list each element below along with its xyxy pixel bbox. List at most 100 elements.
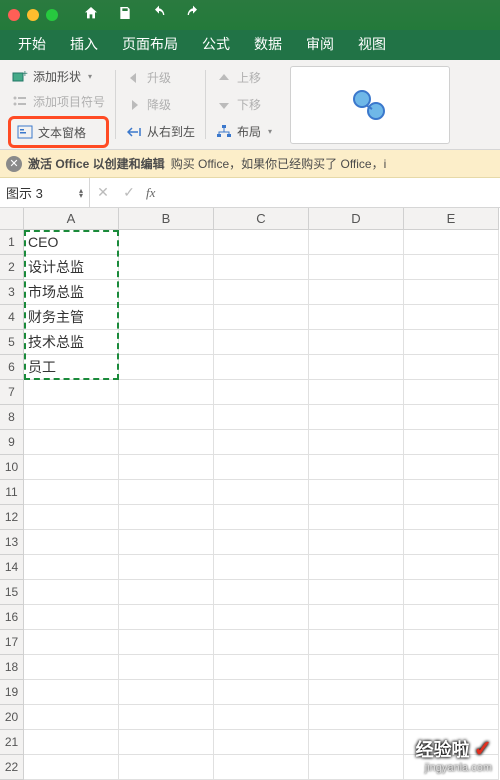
row-header[interactable]: 15 [0, 580, 24, 605]
cell-A2[interactable]: 设计总监 [24, 255, 119, 280]
cell-A4[interactable]: 财务主管 [24, 305, 119, 330]
cell-B8[interactable] [119, 405, 214, 430]
maximize-window-button[interactable] [46, 9, 58, 21]
cell-E1[interactable] [404, 230, 499, 255]
name-box[interactable]: 图示 3 ▴▾ [0, 178, 90, 207]
cell-D14[interactable] [309, 555, 404, 580]
row-header[interactable]: 11 [0, 480, 24, 505]
col-header-A[interactable]: A [24, 208, 119, 230]
cell-C5[interactable] [214, 330, 309, 355]
cell-C1[interactable] [214, 230, 309, 255]
cell-B19[interactable] [119, 680, 214, 705]
cell-B18[interactable] [119, 655, 214, 680]
cell-B1[interactable] [119, 230, 214, 255]
cell-E7[interactable] [404, 380, 499, 405]
cell-C10[interactable] [214, 455, 309, 480]
cell-C4[interactable] [214, 305, 309, 330]
cell-C3[interactable] [214, 280, 309, 305]
row-header[interactable]: 10 [0, 455, 24, 480]
cell-B7[interactable] [119, 380, 214, 405]
cell-E13[interactable] [404, 530, 499, 555]
cell-C22[interactable] [214, 755, 309, 780]
cell-B17[interactable] [119, 630, 214, 655]
cell-C13[interactable] [214, 530, 309, 555]
cell-A16[interactable] [24, 605, 119, 630]
cell-D15[interactable] [309, 580, 404, 605]
cell-A21[interactable] [24, 730, 119, 755]
text-pane-button[interactable]: 文本窗格 [13, 120, 104, 144]
cell-A12[interactable] [24, 505, 119, 530]
row-header[interactable]: 8 [0, 405, 24, 430]
tab-pagelayout[interactable]: 页面布局 [110, 28, 190, 60]
cell-E8[interactable] [404, 405, 499, 430]
tab-insert[interactable]: 插入 [58, 28, 110, 60]
row-header[interactable]: 22 [0, 755, 24, 780]
cell-A3[interactable]: 市场总监 [24, 280, 119, 305]
cell-B14[interactable] [119, 555, 214, 580]
cell-B22[interactable] [119, 755, 214, 780]
cell-E12[interactable] [404, 505, 499, 530]
row-header[interactable]: 1 [0, 230, 24, 255]
cell-B21[interactable] [119, 730, 214, 755]
cell-C6[interactable] [214, 355, 309, 380]
cell-A5[interactable]: 技术总监 [24, 330, 119, 355]
cell-C16[interactable] [214, 605, 309, 630]
add-shape-button[interactable]: + 添加形状▾ [8, 66, 109, 87]
cell-B2[interactable] [119, 255, 214, 280]
cell-D7[interactable] [309, 380, 404, 405]
minimize-window-button[interactable] [27, 9, 39, 21]
formula-cancel-button[interactable]: ✕ [90, 184, 116, 201]
cell-B13[interactable] [119, 530, 214, 555]
cell-B20[interactable] [119, 705, 214, 730]
cell-C17[interactable] [214, 630, 309, 655]
cell-C12[interactable] [214, 505, 309, 530]
cell-E20[interactable] [404, 705, 499, 730]
col-header-D[interactable]: D [309, 208, 404, 230]
row-header[interactable]: 13 [0, 530, 24, 555]
cell-A22[interactable] [24, 755, 119, 780]
cell-E3[interactable] [404, 280, 499, 305]
row-header[interactable]: 3 [0, 280, 24, 305]
cell-E9[interactable] [404, 430, 499, 455]
cell-D6[interactable] [309, 355, 404, 380]
save-icon[interactable] [117, 5, 133, 25]
cell-D21[interactable] [309, 730, 404, 755]
cell-B11[interactable] [119, 480, 214, 505]
home-icon[interactable] [83, 5, 99, 25]
undo-icon[interactable] [151, 5, 167, 25]
row-header[interactable]: 21 [0, 730, 24, 755]
cell-B12[interactable] [119, 505, 214, 530]
cell-B15[interactable] [119, 580, 214, 605]
cell-C11[interactable] [214, 480, 309, 505]
cell-B9[interactable] [119, 430, 214, 455]
cell-E11[interactable] [404, 480, 499, 505]
cell-E6[interactable] [404, 355, 499, 380]
row-header[interactable]: 18 [0, 655, 24, 680]
tab-review[interactable]: 审阅 [294, 28, 346, 60]
cell-A19[interactable] [24, 680, 119, 705]
name-box-stepper-icon[interactable]: ▴▾ [79, 188, 83, 198]
cell-D10[interactable] [309, 455, 404, 480]
cell-B5[interactable] [119, 330, 214, 355]
cell-D17[interactable] [309, 630, 404, 655]
cell-E10[interactable] [404, 455, 499, 480]
cell-E16[interactable] [404, 605, 499, 630]
cell-B3[interactable] [119, 280, 214, 305]
cell-D20[interactable] [309, 705, 404, 730]
cell-A10[interactable] [24, 455, 119, 480]
row-header[interactable]: 6 [0, 355, 24, 380]
tab-data[interactable]: 数据 [242, 28, 294, 60]
cell-A7[interactable] [24, 380, 119, 405]
cell-C21[interactable] [214, 730, 309, 755]
cell-C15[interactable] [214, 580, 309, 605]
cell-A8[interactable] [24, 405, 119, 430]
row-header[interactable]: 2 [0, 255, 24, 280]
spreadsheet-grid[interactable]: A B C D E 1CEO2设计总监3市场总监4财务主管5技术总监6员工789… [0, 208, 500, 780]
layout-button[interactable]: 布局▾ [212, 120, 276, 143]
tab-view[interactable]: 视图 [346, 28, 398, 60]
close-window-button[interactable] [8, 9, 20, 21]
cell-A1[interactable]: CEO [24, 230, 119, 255]
cell-A6[interactable]: 员工 [24, 355, 119, 380]
cell-E19[interactable] [404, 680, 499, 705]
formula-confirm-button[interactable]: ✓ [116, 184, 142, 201]
